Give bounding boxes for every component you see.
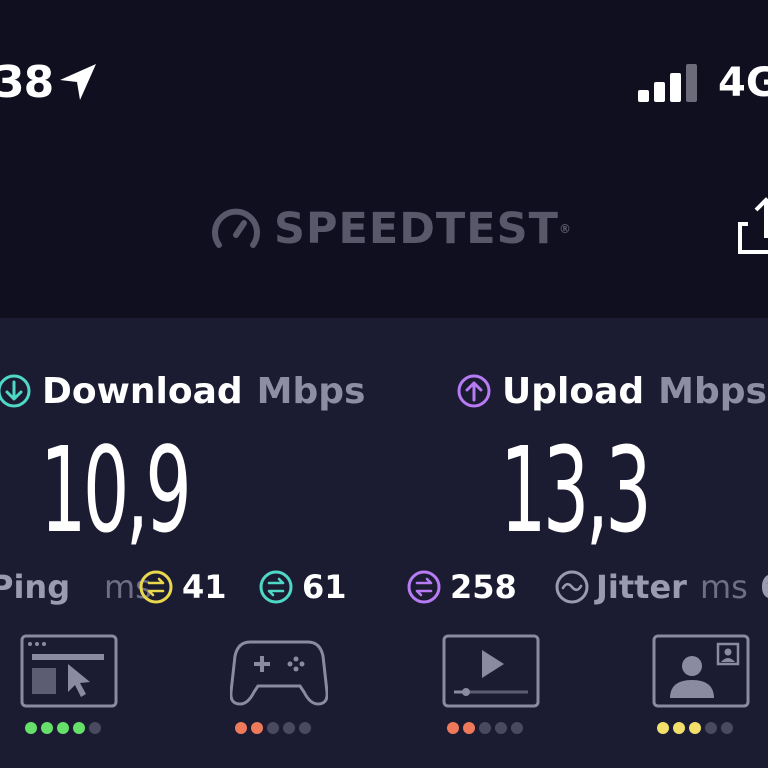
jitter-value: 6 bbox=[760, 562, 768, 612]
upload-label: Upload bbox=[502, 370, 645, 412]
download-value: 10,9 bbox=[40, 421, 192, 559]
gaming-rating bbox=[235, 722, 311, 734]
video-streaming-icon[interactable] bbox=[442, 634, 540, 708]
download-unit: Mbps bbox=[256, 370, 366, 412]
rating-dot bbox=[251, 722, 263, 734]
download-label: Download bbox=[42, 370, 243, 412]
video-call-rating bbox=[657, 722, 733, 734]
ping-upload-icon bbox=[407, 570, 441, 604]
rating-dot bbox=[41, 722, 53, 734]
jitter-icon bbox=[555, 570, 589, 604]
rating-dot bbox=[673, 722, 685, 734]
signal-strength-icon bbox=[638, 64, 697, 102]
logo-registered-mark: ® bbox=[558, 222, 572, 236]
gaming-icon[interactable] bbox=[230, 634, 328, 708]
upload-value: 13,3 bbox=[500, 421, 652, 559]
jitter-label: Jitter bbox=[596, 568, 687, 606]
ping-row: Ping ms 41 61 258 Jitter ms 6 bbox=[0, 562, 768, 612]
rating-dot bbox=[299, 722, 311, 734]
ping-upload-value: 258 bbox=[450, 568, 517, 606]
rating-dot bbox=[689, 722, 701, 734]
status-time: 38 bbox=[0, 57, 54, 108]
ping-idle-icon bbox=[139, 570, 173, 604]
ping-download-value: 61 bbox=[302, 568, 347, 606]
location-arrow-icon bbox=[60, 64, 96, 100]
rating-dot bbox=[73, 722, 85, 734]
rating-dot bbox=[57, 722, 69, 734]
video-call-icon[interactable] bbox=[652, 634, 750, 708]
arrow-up-circle-icon bbox=[457, 374, 491, 408]
ping-label: Ping bbox=[0, 568, 71, 606]
browsing-rating bbox=[25, 722, 101, 734]
download-header: Download Mbps bbox=[0, 366, 365, 416]
rating-dot bbox=[721, 722, 733, 734]
upload-unit: Mbps bbox=[658, 370, 767, 412]
carrier-label: 4G bbox=[718, 60, 768, 106]
rating-dot bbox=[447, 722, 459, 734]
rating-dot bbox=[235, 722, 247, 734]
upload-header: Upload Mbps bbox=[456, 366, 767, 416]
rating-dot bbox=[89, 722, 101, 734]
browsing-icon[interactable] bbox=[20, 634, 118, 708]
jitter-unit: ms bbox=[700, 568, 748, 606]
arrow-down-circle-icon bbox=[0, 374, 31, 408]
rating-dot bbox=[25, 722, 37, 734]
rating-dot bbox=[283, 722, 295, 734]
rating-dot bbox=[267, 722, 279, 734]
ping-download-icon bbox=[259, 570, 293, 604]
rating-dot bbox=[463, 722, 475, 734]
rating-dot bbox=[511, 722, 523, 734]
rating-dot bbox=[657, 722, 669, 734]
speedometer-icon bbox=[212, 208, 260, 248]
video-streaming-rating bbox=[447, 722, 523, 734]
ping-idle-value: 41 bbox=[182, 568, 227, 606]
app-logo-word: SPEEDTEST bbox=[274, 204, 559, 254]
rating-dot bbox=[479, 722, 491, 734]
app-logo-text: SPEEDTEST® bbox=[274, 203, 572, 255]
rating-dot bbox=[495, 722, 507, 734]
header-area bbox=[0, 0, 768, 318]
share-icon[interactable] bbox=[738, 196, 768, 256]
rating-dot bbox=[705, 722, 717, 734]
